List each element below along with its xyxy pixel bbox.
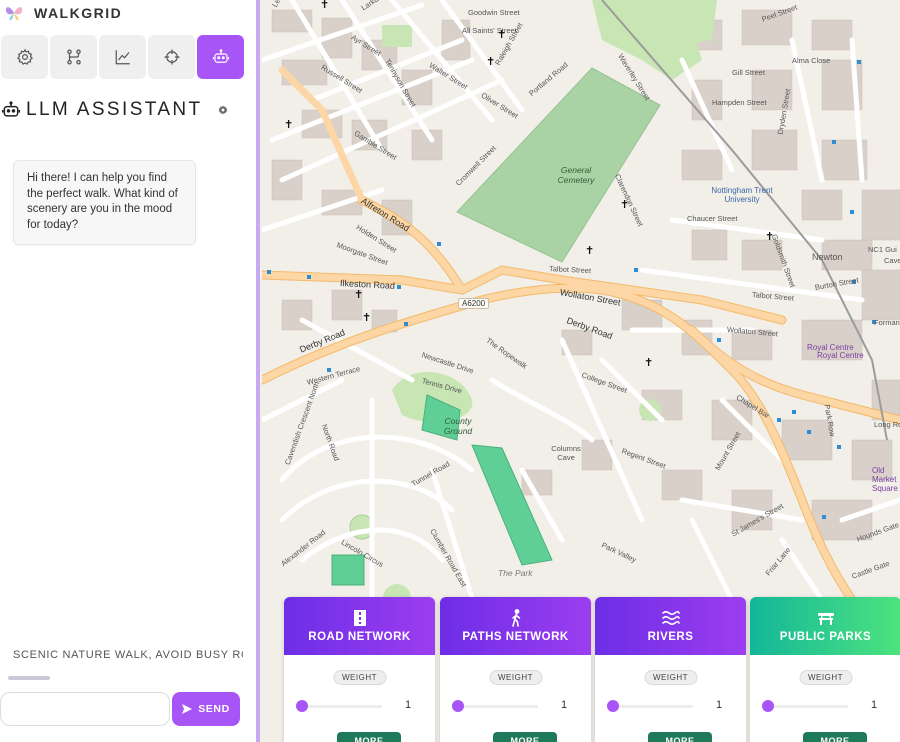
layer-card-header: ROAD NETWORK bbox=[284, 597, 435, 655]
map-label-area: County Ground bbox=[443, 416, 473, 436]
map-label-area: Old Market Square bbox=[872, 466, 898, 493]
send-label: SEND bbox=[198, 703, 230, 715]
map-label-area: General Cemetery bbox=[557, 165, 595, 185]
layer-title: RIVERS bbox=[647, 631, 694, 643]
bench-icon bbox=[817, 613, 834, 625]
robot-icon bbox=[212, 49, 229, 63]
church-icon: ✝ bbox=[497, 29, 507, 41]
chart-icon bbox=[115, 50, 130, 65]
weight-value: 1 bbox=[716, 699, 723, 711]
crosshair-icon bbox=[164, 49, 179, 65]
weight-slider-track[interactable] bbox=[768, 705, 848, 708]
map-label-area: Columns Cave bbox=[551, 444, 581, 462]
chat-input[interactable] bbox=[0, 692, 170, 726]
road-ref-badge: A6200 bbox=[458, 298, 490, 309]
walker-icon bbox=[511, 609, 520, 627]
more-button[interactable]: MORE bbox=[337, 732, 401, 742]
layer-card-public-parks[interactable]: PUBLIC PARKS WEIGHT 1 MORE bbox=[750, 597, 900, 742]
assistant-title: LLM ASSISTANT bbox=[26, 99, 203, 120]
suggestion-scrollbar[interactable] bbox=[8, 676, 50, 680]
layer-title: ROAD NETWORK bbox=[308, 631, 411, 643]
suggestion-chip[interactable]: SCENIC NATURE WALK, AVOID BUSY ROADS bbox=[13, 649, 243, 661]
layer-title: PUBLIC PARKS bbox=[779, 631, 872, 643]
send-icon bbox=[182, 704, 193, 714]
chart-tool-button[interactable] bbox=[99, 35, 146, 79]
brand: WALKGRID bbox=[4, 2, 122, 24]
weight-slider-track[interactable] bbox=[458, 705, 538, 708]
map-label-area: Royal Centre bbox=[817, 351, 864, 360]
butterfly-logo-icon bbox=[5, 7, 23, 21]
more-button[interactable]: MORE bbox=[493, 732, 557, 742]
app-name: WALKGRID bbox=[34, 5, 123, 21]
weight-label: WEIGHT bbox=[489, 670, 542, 685]
church-icon: ✝ bbox=[620, 199, 630, 211]
weight-label: WEIGHT bbox=[333, 670, 386, 685]
map-label-street: Alma Close bbox=[792, 56, 831, 65]
map-label-area: Nottingham Trent University bbox=[711, 186, 773, 204]
walkgrid-app: WALKGRID LLM ASSISTANT Hi there! I can h… bbox=[0, 0, 900, 742]
route-tool-button[interactable] bbox=[50, 35, 97, 79]
map-label-place: Newton bbox=[812, 252, 843, 262]
weight-slider-thumb[interactable] bbox=[762, 700, 774, 712]
more-button[interactable]: MORE bbox=[803, 732, 867, 742]
robot-icon bbox=[1, 101, 21, 117]
weight-slider-track[interactable] bbox=[613, 705, 693, 708]
church-icon: ✝ bbox=[284, 119, 294, 131]
waves-icon bbox=[661, 610, 680, 626]
assistant-header: LLM ASSISTANT bbox=[0, 97, 240, 123]
map-label-street: Hampden Street bbox=[712, 98, 767, 107]
settings-tool-button[interactable] bbox=[1, 35, 48, 79]
layer-card-paths-network[interactable]: PATHS NETWORK WEIGHT 1 MORE bbox=[440, 597, 591, 742]
map-label-place: NC1 Gui bbox=[868, 245, 897, 254]
map-label-street: Gill Street bbox=[732, 68, 765, 77]
church-icon: ✝ bbox=[765, 231, 775, 243]
church-icon: ✝ bbox=[320, 0, 330, 11]
map-label-area: The Park bbox=[498, 568, 533, 578]
weight-slider-track[interactable] bbox=[302, 705, 382, 708]
church-icon: ✝ bbox=[585, 245, 595, 257]
weight-slider-thumb[interactable] bbox=[452, 700, 464, 712]
layer-title: PATHS NETWORK bbox=[462, 631, 569, 643]
toolbar bbox=[0, 35, 252, 79]
map-label-place: Long Row bbox=[874, 420, 900, 429]
weight-slider-thumb[interactable] bbox=[607, 700, 619, 712]
church-icon: ✝ bbox=[644, 357, 654, 369]
assistant-settings-icon[interactable] bbox=[218, 105, 228, 115]
layer-card-header: PUBLIC PARKS bbox=[750, 597, 900, 655]
assistant-message: Hi there! I can help you find the perfec… bbox=[13, 160, 196, 245]
route-icon bbox=[66, 49, 81, 65]
weight-value: 1 bbox=[405, 699, 412, 711]
weight-value: 1 bbox=[561, 699, 568, 711]
layer-card-header: PATHS NETWORK bbox=[440, 597, 591, 655]
weight-label: WEIGHT bbox=[799, 670, 852, 685]
map-label-street: Chaucer Street bbox=[687, 214, 738, 223]
layer-card-road-network[interactable]: ROAD NETWORK WEIGHT 1 MORE bbox=[284, 597, 435, 742]
map-label-street: Goodwin Street bbox=[468, 8, 520, 17]
church-icon: ✝ bbox=[362, 312, 372, 324]
more-button[interactable]: MORE bbox=[648, 732, 712, 742]
weight-value: 1 bbox=[871, 699, 878, 711]
gear-icon bbox=[16, 48, 33, 65]
map-label-place: Forman bbox=[874, 318, 900, 327]
send-button[interactable]: SEND bbox=[172, 692, 240, 726]
sidebar: WALKGRID LLM ASSISTANT Hi there! I can h… bbox=[0, 0, 260, 742]
assistant-tool-button[interactable] bbox=[197, 35, 244, 79]
map-label-place: Cave bbox=[884, 256, 900, 265]
locate-tool-button[interactable] bbox=[148, 35, 195, 79]
layer-card-rivers[interactable]: RIVERS WEIGHT 1 MORE bbox=[595, 597, 746, 742]
layer-card-header: RIVERS bbox=[595, 597, 746, 655]
weight-slider-thumb[interactable] bbox=[296, 700, 308, 712]
church-icon: ✝ bbox=[486, 56, 496, 68]
church-icon: ✝ bbox=[354, 289, 364, 301]
weight-label: WEIGHT bbox=[644, 670, 697, 685]
road-icon bbox=[353, 610, 366, 626]
